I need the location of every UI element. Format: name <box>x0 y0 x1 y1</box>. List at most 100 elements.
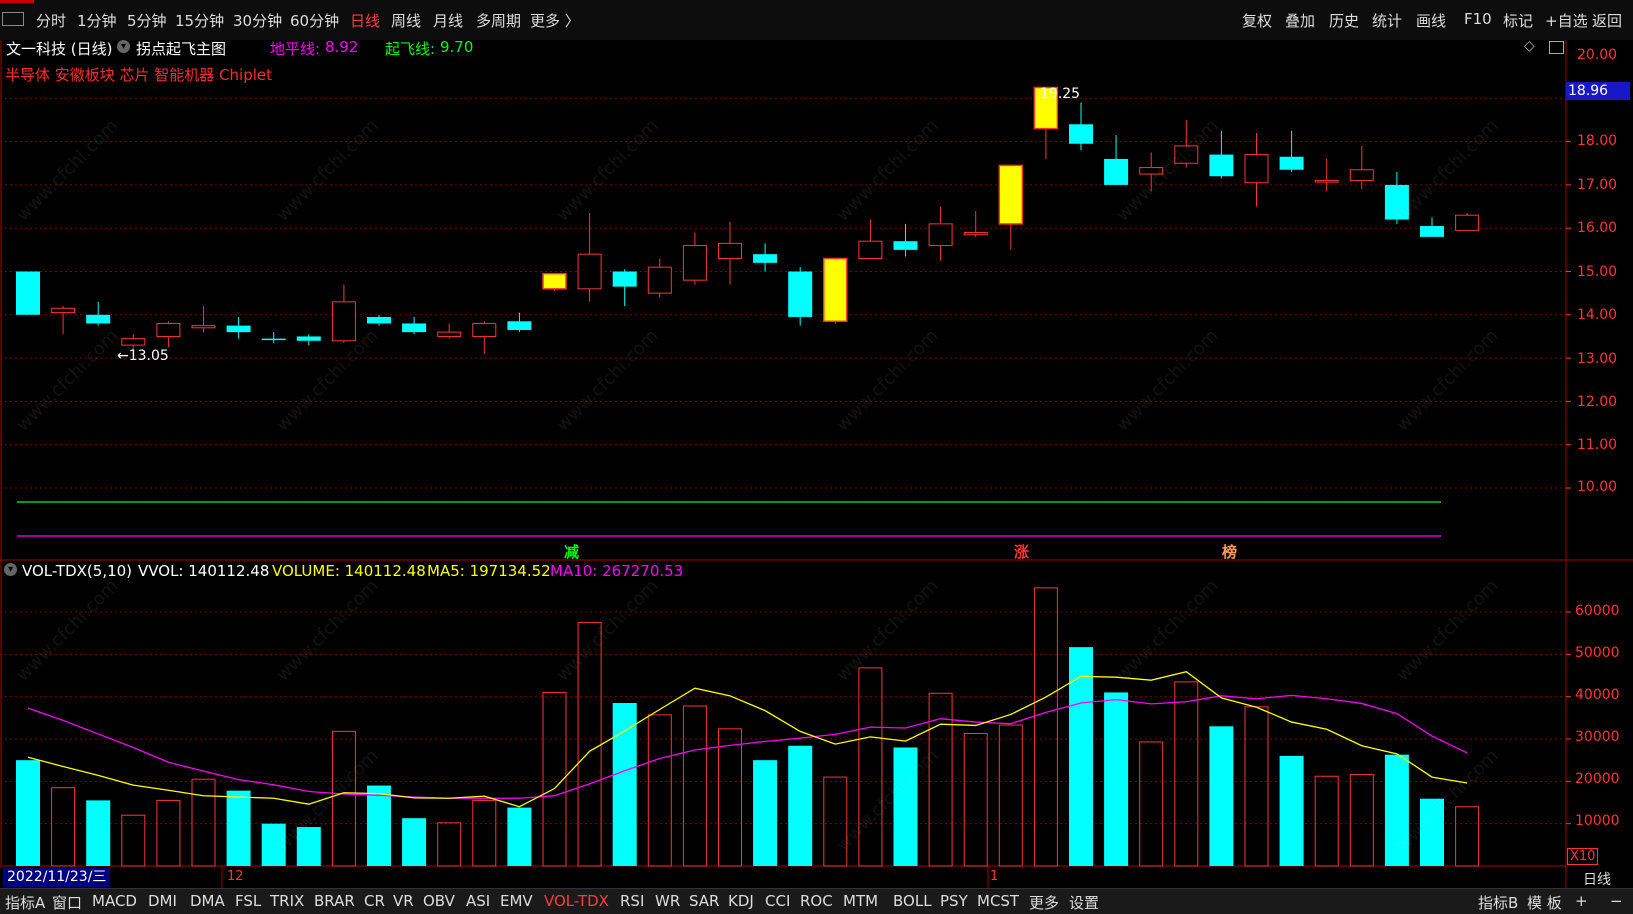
indicator-tab[interactable]: BOLL <box>893 892 932 910</box>
candle-body <box>1349 169 1374 182</box>
candle-body <box>718 242 742 260</box>
candle-body <box>121 338 146 346</box>
candlestick-series <box>16 86 1480 356</box>
volume-axis-tick: 10000 <box>1575 813 1620 829</box>
more-indicators-button[interactable]: 更多 <box>1029 892 1059 913</box>
price-axis-tick: 16.00 <box>1577 220 1618 236</box>
panel-toggle-icon[interactable] <box>1549 41 1564 54</box>
volume-bar <box>1104 692 1129 866</box>
indicator-tab[interactable]: ASI <box>466 892 490 910</box>
stock-title: 文一科技 (日线) <box>6 40 113 58</box>
volume-bar <box>86 800 111 866</box>
main-chart-name[interactable]: 拐点起飞主图 <box>136 38 226 59</box>
indicator-tab[interactable]: EMV <box>500 892 533 910</box>
price-axis-tick: 10.00 <box>1577 479 1618 495</box>
price-axis-tick: 15.00 <box>1577 264 1618 280</box>
candle-body <box>472 322 497 337</box>
volume-bar <box>858 667 883 867</box>
indicator-tab[interactable]: CR <box>364 892 385 910</box>
indicator-settings-icon[interactable]: ▾ <box>4 563 17 576</box>
candle-body <box>753 254 778 263</box>
volume-bar <box>367 785 391 866</box>
volume-bar <box>963 732 988 867</box>
volume-bar <box>1069 647 1093 866</box>
volume-bar <box>331 730 356 867</box>
kline-chart[interactable] <box>0 0 1633 913</box>
signal-reduce: 减 <box>564 543 580 561</box>
period-label: 日线 <box>1583 872 1611 888</box>
candle-body <box>402 323 427 333</box>
volume-bar <box>823 776 848 867</box>
indicator-tab[interactable]: CCI <box>765 892 790 910</box>
volume-bar <box>402 818 427 866</box>
indicator-tab[interactable]: FSL <box>235 892 261 910</box>
candle-body <box>612 271 637 287</box>
indicator-tab[interactable]: VR <box>393 892 414 910</box>
indicator-a-tab[interactable]: 指标A <box>5 892 45 913</box>
indicator-tab[interactable]: TRIX <box>270 892 304 910</box>
candle-body <box>51 307 76 314</box>
candle-body <box>1455 214 1480 231</box>
window-tab[interactable]: 窗口 <box>52 892 82 913</box>
month-mark: 12 <box>227 869 244 884</box>
chart-settings-icon[interactable]: ▾ <box>117 40 130 53</box>
indicator-tab[interactable]: DMI <box>148 892 177 910</box>
month-mark: 1 <box>990 869 999 884</box>
candle-body <box>823 257 848 323</box>
volume-bar <box>1455 806 1480 867</box>
volume-bar <box>191 778 216 867</box>
floor-line-label: 地平线: <box>270 40 321 58</box>
indicator-tab[interactable]: MTM <box>843 892 878 910</box>
indicator-tab[interactable]: KDJ <box>728 892 754 910</box>
indicator-tab[interactable]: ROC <box>800 892 833 910</box>
candle-body <box>437 331 462 337</box>
indicator-tab[interactable]: PSY <box>940 892 968 910</box>
candle-body <box>998 164 1024 225</box>
candle-body <box>1279 156 1304 170</box>
concept-tags: 半导体 安徽板块 芯片 智能机器 Chiplet <box>5 66 273 84</box>
indicator-b-tab[interactable]: 指标B <box>1478 892 1518 913</box>
volume-axis-tick: 40000 <box>1575 687 1620 703</box>
indicator-tab[interactable]: RSI <box>620 892 644 910</box>
candle-body <box>1384 184 1409 220</box>
candle-body <box>963 232 988 236</box>
volume-bar <box>1139 741 1164 867</box>
indicator-tab[interactable]: BRAR <box>314 892 355 910</box>
volume-bar <box>1384 754 1409 866</box>
candle-body <box>191 325 216 329</box>
volume-bar <box>1209 726 1234 866</box>
zoom-in-button[interactable]: + <box>1575 892 1588 910</box>
volume-bar <box>893 747 918 866</box>
template-button[interactable]: 模 板 <box>1527 892 1562 913</box>
indicator-tab[interactable]: MACD <box>92 892 137 910</box>
volume-bar <box>1033 587 1058 867</box>
indicator-tab-active[interactable]: VOL-TDX <box>544 892 609 910</box>
current-date: 2022/11/23/三 <box>3 868 111 887</box>
volume-bar <box>1420 798 1444 866</box>
signal-list: 榜 <box>1222 543 1238 561</box>
indicator-tab[interactable]: WR <box>655 892 680 910</box>
candle-body <box>682 245 707 281</box>
diamond-icon[interactable]: ◇ <box>1524 38 1535 54</box>
volume-bar <box>121 814 146 867</box>
floor-line-value: 8.92 <box>325 38 359 56</box>
candle-body <box>893 241 918 250</box>
volume-bar <box>156 799 181 867</box>
volume-bar <box>998 724 1023 867</box>
indicator-tab[interactable]: SAR <box>689 892 719 910</box>
volume-bar <box>1174 681 1199 867</box>
volume-bar <box>718 728 742 867</box>
candle-body <box>1139 167 1164 175</box>
volume-unit-label: X10 <box>1567 848 1599 865</box>
high-price-label: 19.25 <box>1040 86 1081 102</box>
settings-button[interactable]: 设置 <box>1069 892 1099 913</box>
volume-bar <box>788 745 813 866</box>
candle-body <box>261 338 286 341</box>
volume-bar <box>1349 774 1374 867</box>
zoom-out-button[interactable]: − <box>1610 892 1623 910</box>
indicator-tab[interactable]: MCST <box>977 892 1019 910</box>
indicator-tab[interactable]: DMA <box>190 892 225 910</box>
volume-bar <box>577 622 602 867</box>
indicator-tab[interactable]: OBV <box>423 892 455 910</box>
indicator-name[interactable]: VOL-TDX(5,10) <box>22 562 132 580</box>
